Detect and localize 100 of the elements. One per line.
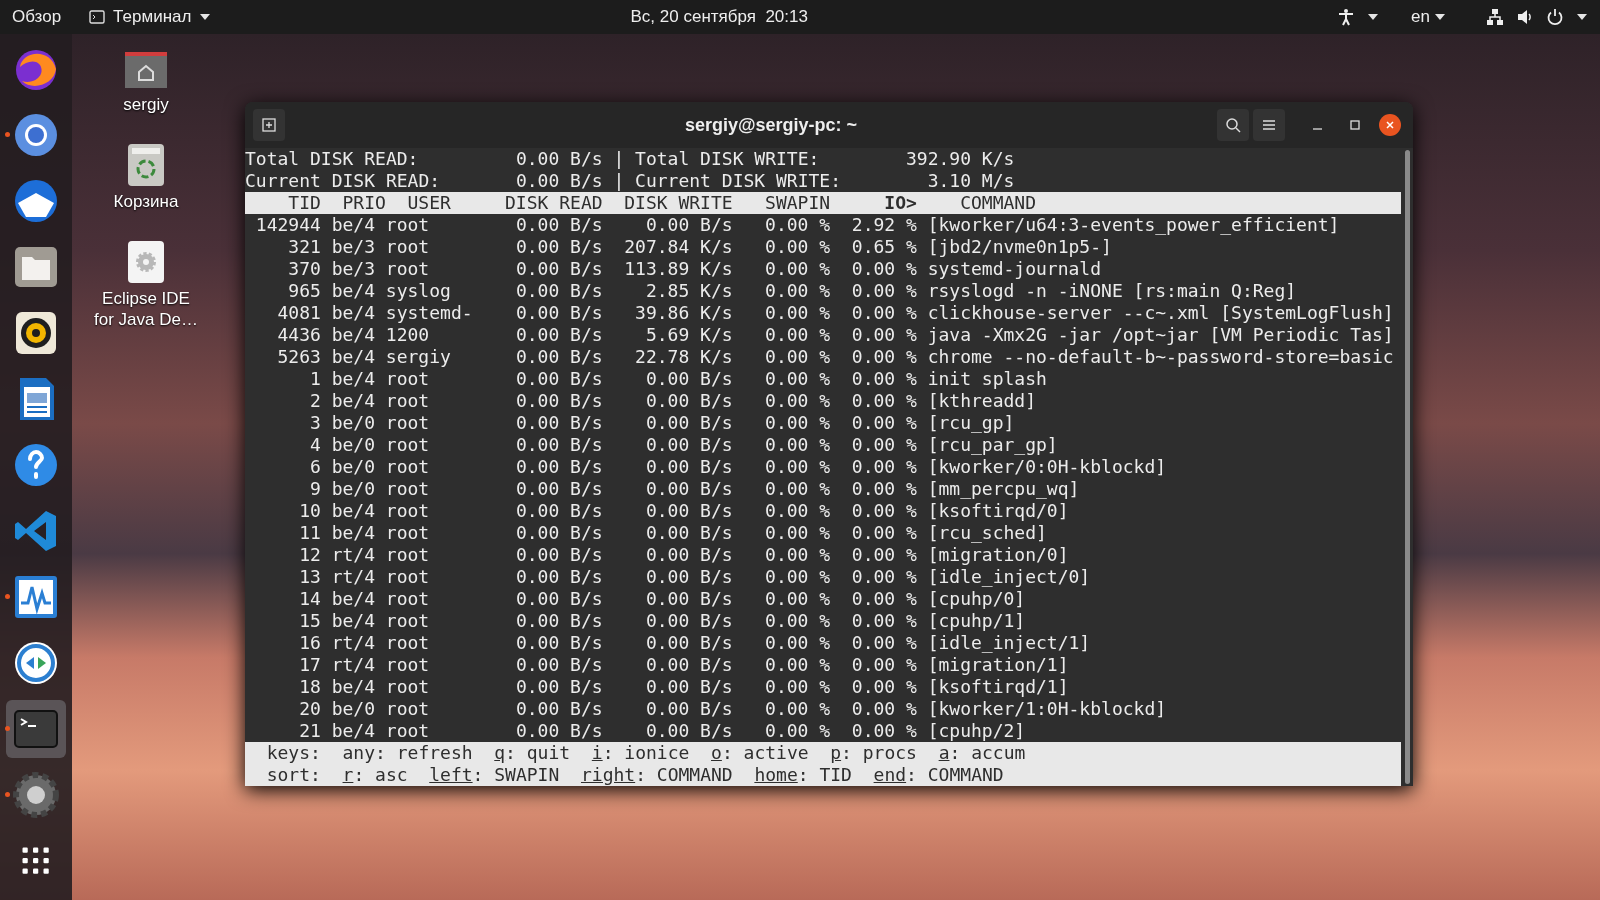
table-cell-text: 0.00 B/s bbox=[644, 676, 733, 698]
clock[interactable]: Вс, 20 сентября 20:13 bbox=[630, 4, 808, 30]
table-cell-text: 0.00 % bbox=[850, 698, 917, 720]
table-cell-text: 0.00 % bbox=[764, 390, 831, 412]
table-cell-text: 0.00 % bbox=[850, 588, 917, 610]
table-cell-text: [kworker/1:0H-kblockd] bbox=[926, 698, 1167, 720]
desktop-icon-label[interactable]: Корзина bbox=[90, 191, 202, 212]
table-cell-text: 0.00 % bbox=[850, 478, 917, 500]
table-cell-text: 0.00 % bbox=[764, 654, 831, 676]
activities-button[interactable]: Обзор bbox=[12, 4, 62, 30]
table-cell-text: rt/4 bbox=[330, 654, 377, 676]
table-cell-text: 17 bbox=[298, 654, 321, 676]
table-cell-text: 0.00 B/s bbox=[514, 544, 603, 566]
scrollbar[interactable] bbox=[1404, 150, 1410, 784]
table-cell-text: 0.00 B/s bbox=[514, 412, 603, 434]
search-button[interactable] bbox=[1217, 109, 1249, 141]
table-cell-text: 0.00 % bbox=[764, 698, 831, 720]
table-cell-text: 0.00 % bbox=[850, 500, 917, 522]
column-header: DISK READ bbox=[504, 192, 603, 214]
table-cell-text: 0.00 % bbox=[764, 280, 831, 302]
desktop-icon-label[interactable]: Eclipse IDE for Java De… bbox=[90, 288, 202, 330]
table-cell-text: sergiy bbox=[385, 346, 452, 368]
table-cell-text: 0.00 % bbox=[764, 214, 831, 236]
network-icon[interactable] bbox=[1486, 8, 1504, 26]
close-button[interactable] bbox=[1379, 114, 1401, 136]
caret-icon bbox=[1434, 13, 1446, 21]
trash-icon bbox=[127, 143, 165, 187]
table-cell-text: be/4 bbox=[330, 720, 377, 742]
table-cell-text: 0.00 B/s bbox=[644, 434, 733, 456]
language-button[interactable]: en bbox=[1411, 4, 1446, 30]
table-cell-text: 0.00 B/s bbox=[644, 522, 733, 544]
table-cell-text: 0.00 B/s bbox=[514, 522, 603, 544]
power-icon[interactable] bbox=[1546, 8, 1564, 26]
table-cell-text: 0.00 B/s bbox=[514, 720, 603, 742]
table-cell-text: 207.84 K/s bbox=[623, 236, 733, 258]
table-cell-text: be/4 bbox=[330, 610, 377, 632]
table-cell-text: 0.00 B/s bbox=[514, 588, 603, 610]
table-cell-text: 0.00 % bbox=[764, 500, 831, 522]
table-cell-text: 0.00 B/s bbox=[514, 566, 603, 588]
table-cell-text: 0.00 % bbox=[764, 588, 831, 610]
table-cell-text: be/4 bbox=[330, 302, 377, 324]
table-cell-text: 0.00 % bbox=[764, 412, 831, 434]
table-cell-text: 0.65 % bbox=[850, 236, 917, 258]
table-cell-text: 0.00 % bbox=[850, 456, 917, 478]
table-cell-text: 2.92 % bbox=[850, 214, 917, 236]
separator: | bbox=[612, 170, 626, 192]
table-cell-text: 0.00 % bbox=[764, 368, 831, 390]
table-cell-text: root bbox=[385, 500, 431, 522]
table-cell-text: 370 bbox=[287, 258, 321, 280]
minimize-icon bbox=[1312, 128, 1322, 130]
search-icon bbox=[1225, 117, 1241, 133]
summary-label: Current DISK WRITE: bbox=[635, 170, 842, 192]
table-cell-text: 0.00 % bbox=[850, 412, 917, 434]
table-cell-text: be/0 bbox=[330, 456, 377, 478]
table-cell-text: 9 bbox=[309, 478, 321, 500]
table-cell-text: [migration/0] bbox=[926, 544, 1069, 566]
column-header: TID bbox=[287, 192, 321, 214]
table-cell-text: [kthreadd] bbox=[926, 390, 1037, 412]
table-cell-text: [idle_inject/1] bbox=[926, 632, 1091, 654]
accessibility-icon[interactable] bbox=[1337, 8, 1356, 26]
table-cell-text: 0.00 B/s bbox=[644, 720, 733, 742]
table-cell-text: [rcu_sched] bbox=[926, 522, 1047, 544]
running-indicator bbox=[5, 132, 10, 137]
table-cell-text: 0.00 % bbox=[850, 324, 917, 346]
table-cell-text: rt/4 bbox=[330, 544, 377, 566]
table-cell-text: 0.00 B/s bbox=[514, 302, 603, 324]
app-menu-button[interactable]: Терминал bbox=[89, 4, 212, 30]
table-cell-text: [jbd2/nvme0n1p5-] bbox=[926, 236, 1112, 258]
table-cell-text: 0.00 % bbox=[850, 654, 917, 676]
table-cell-text: 0.00 % bbox=[850, 390, 917, 412]
menu-button[interactable] bbox=[1253, 109, 1285, 141]
table-cell-text: 0.00 B/s bbox=[644, 390, 733, 412]
table-cell-text: 0.00 % bbox=[764, 302, 831, 324]
table-cell-text: 1 bbox=[309, 368, 321, 390]
table-cell-text: 4436 bbox=[276, 324, 321, 346]
table-cell-text: be/0 bbox=[330, 434, 377, 456]
table-cell-text: java -Xmx2G -jar /opt~jar [VM Periodic Tas] bbox=[926, 324, 1394, 346]
table-cell-text: 0.00 B/s bbox=[514, 324, 603, 346]
volume-icon[interactable] bbox=[1516, 8, 1534, 26]
table-cell-text: 142944 bbox=[254, 214, 321, 236]
table-cell-text: be/4 bbox=[330, 588, 377, 610]
table-cell-text: be/0 bbox=[330, 698, 377, 720]
table-cell-text: 0.00 % bbox=[764, 434, 831, 456]
table-cell-text: root bbox=[385, 588, 431, 610]
table-cell-text: root bbox=[385, 390, 431, 412]
new-tab-button[interactable] bbox=[253, 109, 285, 141]
table-cell-text: root bbox=[385, 368, 431, 390]
table-cell-text: 321 bbox=[287, 236, 321, 258]
table-cell-text: 0.00 % bbox=[850, 632, 917, 654]
table-cell-text: 0.00 % bbox=[850, 720, 917, 742]
table-cell-text: [cpuhp/1] bbox=[926, 610, 1026, 632]
table-cell-text: 0.00 B/s bbox=[514, 214, 603, 236]
table-cell-text: 0.00 B/s bbox=[514, 434, 603, 456]
table-cell-text: 0.00 B/s bbox=[644, 500, 733, 522]
table-cell-text: 0.00 B/s bbox=[644, 610, 733, 632]
table-cell-text: 21 bbox=[298, 720, 321, 742]
running-indicator bbox=[5, 594, 10, 599]
desktop-icon-label[interactable]: sergiy bbox=[90, 94, 202, 115]
table-cell-text: [ksoftirqd/1] bbox=[926, 676, 1069, 698]
summary-value: 392.90 K/s bbox=[905, 148, 1015, 170]
